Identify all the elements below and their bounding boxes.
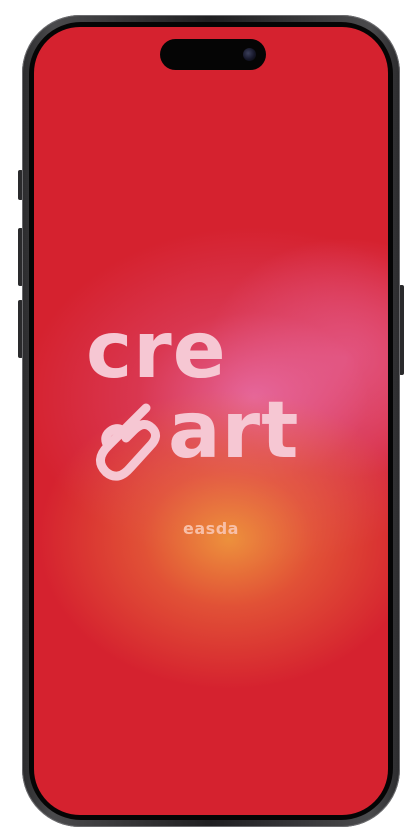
logo-text-bottom: art xyxy=(168,386,300,476)
tagline: easda xyxy=(183,519,239,538)
splash-screen: cre art easda xyxy=(34,27,388,815)
logo-text-top: cre xyxy=(86,306,227,396)
app-logo: cre art xyxy=(34,27,388,815)
phone-frame: cre art easda xyxy=(22,15,400,827)
heart-outline-icon xyxy=(96,403,160,481)
